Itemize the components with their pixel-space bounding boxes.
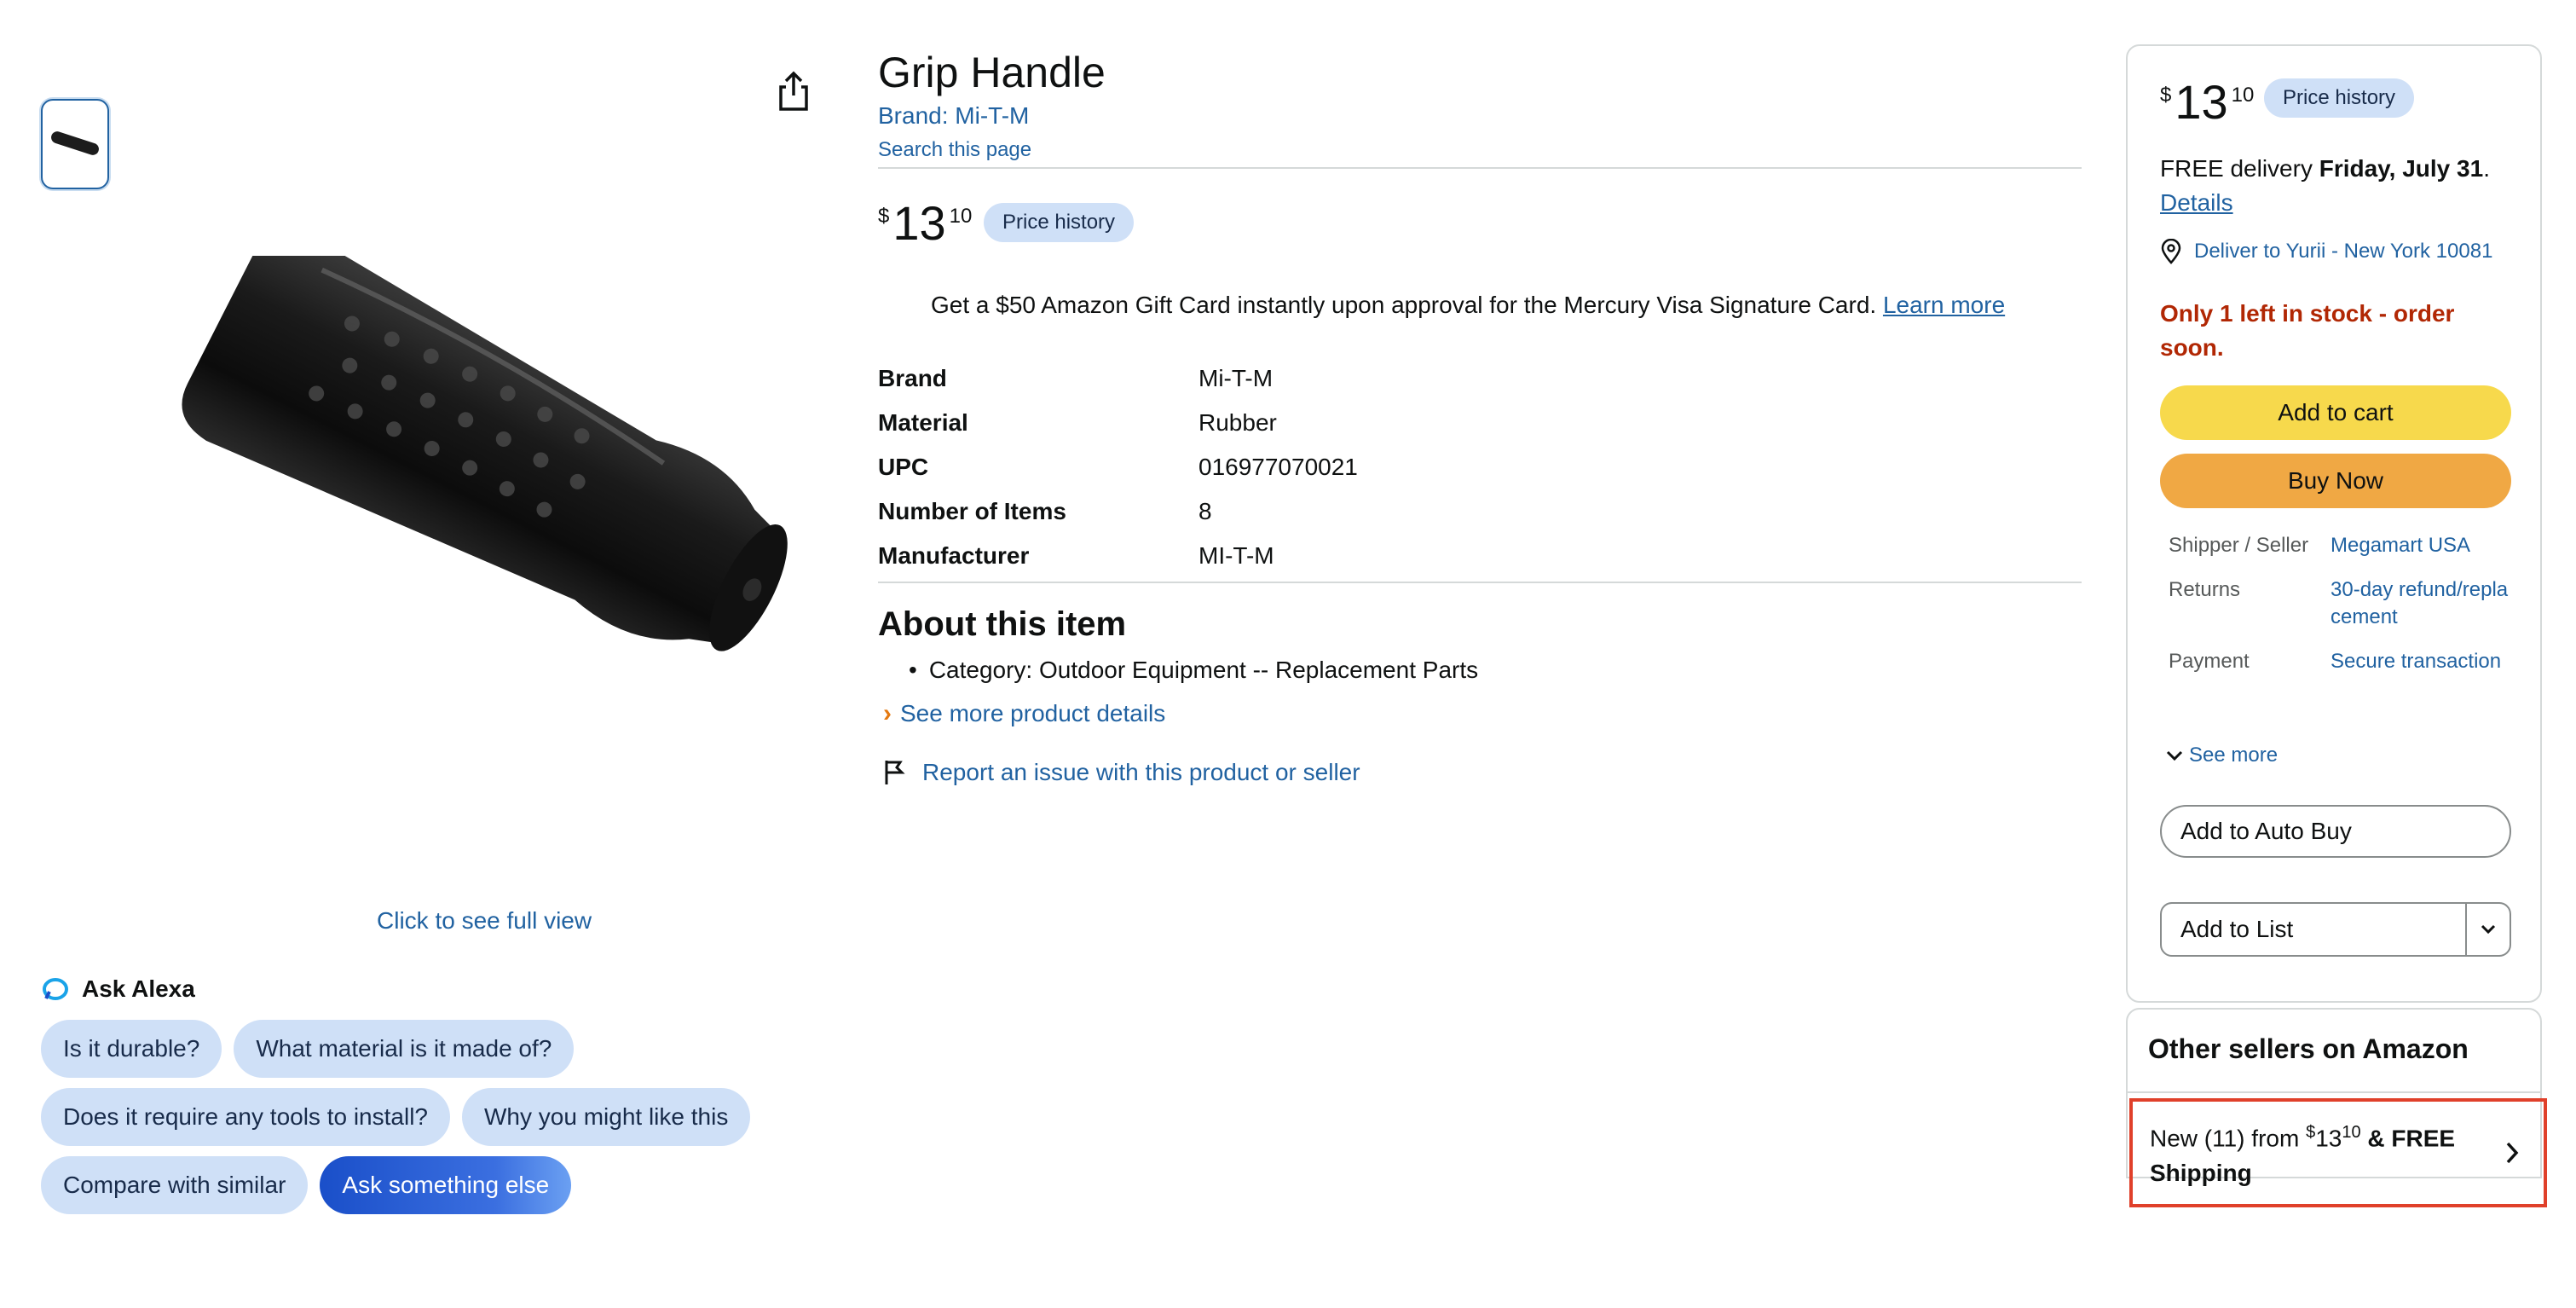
alexa-chip-material[interactable]: What material is it made of? <box>234 1020 575 1078</box>
delivery-suffix: . <box>2483 155 2490 182</box>
alexa-icon <box>43 978 68 1000</box>
spec-key: UPC <box>878 454 929 480</box>
ask-alexa-title: Ask Alexa <box>82 975 195 1002</box>
about-bullet: • Category: Outdoor Equipment -- Replace… <box>909 657 1478 684</box>
see-more-details-link[interactable]: › See more product details <box>883 699 1165 728</box>
offer-price-symbol: $ <box>2306 1123 2316 1143</box>
spec-value: 016977070021 <box>1198 454 1358 480</box>
add-to-cart-button[interactable]: Add to cart <box>2160 385 2511 440</box>
deliver-to-link[interactable]: Deliver to Yurii - New York 10081 <box>2160 239 2492 264</box>
price-history-button[interactable]: Price history <box>984 203 1135 242</box>
report-issue-label: Report an issue with this product or sel… <box>922 759 1360 785</box>
delivery-prefix: FREE delivery <box>2160 155 2313 182</box>
about-bullet-text: Category: Outdoor Equipment -- Replaceme… <box>928 657 1479 683</box>
other-sellers-title: Other sellers on Amazon <box>2148 1033 2469 1064</box>
offer-prefix: New (11) from <box>2150 1125 2300 1152</box>
spec-key: Manufacturer <box>878 542 1030 569</box>
returns-link[interactable]: 30-day refund/replacement <box>2331 576 2518 631</box>
alexa-question-chips: Is it durable? What material is it made … <box>41 1020 842 1224</box>
add-to-list-control: Add to List <box>2160 902 2511 957</box>
alexa-chip-why-like[interactable]: Why you might like this <box>462 1088 751 1146</box>
brand-link[interactable]: Brand: Mi-T-M <box>878 102 1029 130</box>
add-to-list-dropdown[interactable] <box>2465 904 2510 955</box>
share-icon[interactable] <box>774 70 813 113</box>
chevron-right-icon: › <box>883 699 892 727</box>
report-issue-link[interactable]: Report an issue with this product or sel… <box>883 759 1360 786</box>
about-title: About this item <box>878 605 1127 643</box>
price-symbol: $ <box>878 205 890 228</box>
promo-text: Get a $50 Amazon Gift Card instantly upo… <box>931 292 1877 318</box>
full-view-link[interactable]: Click to see full view <box>377 907 592 935</box>
buybox-price: $ 13 10 <box>2160 77 2254 128</box>
spec-value: MI-T-M <box>1198 542 1274 569</box>
spec-row: Material Rubber <box>878 401 1358 445</box>
spec-value: Mi-T-M <box>1198 365 1274 391</box>
info-row: Payment Secure transaction <box>2169 648 2518 675</box>
spec-divider <box>878 582 2082 583</box>
ask-alexa-header: Ask Alexa <box>41 975 195 1003</box>
alexa-chip-ask-else[interactable]: Ask something else <box>320 1156 572 1214</box>
title-divider <box>878 167 2082 169</box>
other-sellers-divider <box>2128 1091 2540 1093</box>
see-more-details-label: See more product details <box>900 700 1166 726</box>
offer-price-fraction: 10 <box>2342 1123 2361 1143</box>
alexa-chip-durable[interactable]: Is it durable? <box>41 1020 222 1078</box>
thumbnail-image[interactable] <box>41 99 109 189</box>
price-symbol: $ <box>2160 84 2172 107</box>
offer-text: New (11) from $1310 & FREE Shipping <box>2133 1115 2491 1189</box>
stock-warning: Only 1 left in stock - order soon. <box>2160 300 2455 361</box>
other-sellers-offer[interactable]: New (11) from $1310 & FREE Shipping <box>2129 1098 2547 1207</box>
price-fraction: 10 <box>949 205 973 228</box>
buy-now-button[interactable]: Buy Now <box>2160 454 2511 508</box>
alexa-chip-tools[interactable]: Does it require any tools to install? <box>41 1088 450 1146</box>
buybox-price-history-button[interactable]: Price history <box>2264 78 2415 118</box>
delivery-date: Friday, July 31 <box>2319 155 2484 182</box>
info-key: Returns <box>2169 578 2241 601</box>
price-whole: 13 <box>892 196 946 250</box>
deliver-to-label: Deliver to Yurii - New York 10081 <box>2194 240 2493 263</box>
price-whole: 13 <box>2175 75 2228 129</box>
alexa-chip-compare[interactable]: Compare with similar <box>41 1156 309 1214</box>
price-fraction: 10 <box>2231 84 2255 107</box>
flag-icon <box>885 761 905 784</box>
delivery-details-link[interactable]: Details <box>2160 189 2233 216</box>
add-to-auto-buy-button[interactable]: Add to Auto Buy <box>2160 805 2511 858</box>
location-pin-icon <box>2161 239 2181 264</box>
info-key: Shipper / Seller <box>2169 534 2309 557</box>
spec-key: Material <box>878 409 968 436</box>
offer-price-whole: 13 <box>2315 1125 2342 1152</box>
chevron-down-icon <box>2481 924 2496 935</box>
spec-key: Brand <box>878 365 947 391</box>
spec-value: 8 <box>1198 498 1212 524</box>
delivery-info: FREE delivery Friday, July 31. Details <box>2160 152 2518 220</box>
spec-value: Rubber <box>1198 409 1277 436</box>
product-main-image[interactable] <box>153 230 827 657</box>
bullet-dot: • <box>909 657 917 683</box>
spec-key: Number of Items <box>878 498 1066 524</box>
see-more-label: See more <box>2189 744 2279 767</box>
spec-row: UPC 016977070021 <box>878 445 1358 489</box>
product-price: $ 13 10 <box>878 198 972 249</box>
info-key: Payment <box>2169 650 2250 673</box>
info-row: Shipper / Seller Megamart USA <box>2169 532 2518 559</box>
promo-learn-more-link[interactable]: Learn more <box>1883 292 2005 318</box>
spec-row: Manufacturer MI-T-M <box>878 534 1358 578</box>
search-this-page-link[interactable]: Search this page <box>878 138 1031 162</box>
see-more-toggle[interactable]: See more <box>2165 744 2278 767</box>
spec-row: Brand Mi-T-M <box>878 356 1358 401</box>
info-row: Returns 30-day refund/replacement <box>2169 576 2518 631</box>
chevron-down-icon <box>2166 750 2183 761</box>
promo-banner: Get a $50 Amazon Gift Card instantly upo… <box>931 292 2005 319</box>
seller-link[interactable]: Megamart USA <box>2331 532 2518 559</box>
spec-table: Brand Mi-T-M Material Rubber UPC 0169770… <box>878 356 1358 578</box>
product-title: Grip Handle <box>878 49 1106 96</box>
chevron-right-icon <box>2491 1140 2533 1166</box>
spec-row: Number of Items 8 <box>878 489 1358 534</box>
add-to-list-button[interactable]: Add to List <box>2162 904 2465 955</box>
grip-handle-thumbnail-icon <box>51 131 99 155</box>
seller-info: Shipper / Seller Megamart USA Returns 30… <box>2169 532 2518 692</box>
payment-link[interactable]: Secure transaction <box>2331 648 2518 675</box>
